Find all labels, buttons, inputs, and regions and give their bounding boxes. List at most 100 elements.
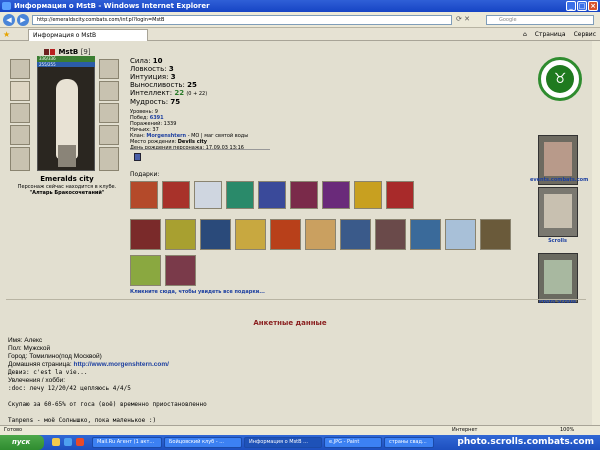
profile-section-title: Анкетные данные [253,319,327,327]
tab-active[interactable]: Информация о MstB [28,29,148,41]
clan-icon [50,49,55,55]
page-content: MstB [9] 336/336 255/255 Emeralds city П… [0,41,600,425]
gift-image[interactable] [258,181,286,209]
gift-image[interactable] [194,181,222,209]
address-toolbar: ◀ ▶ http://emeraldscity.combats.com/inf.… [0,12,600,28]
gift-image[interactable] [165,255,196,286]
forward-icon[interactable]: ▶ [17,14,29,26]
window-title: Информация о MstB - Windows Internet Exp… [14,2,210,10]
status-text: Готово [4,427,23,433]
slot-helmet[interactable] [10,59,30,79]
profile-homepage: Домашняя страница: http://www.morgenshte… [8,361,169,368]
profile-motto: Девиз: c'est la vie... [8,369,88,376]
search-input[interactable]: Google [486,15,594,25]
home-icon[interactable]: ⌂ [523,29,527,40]
status-bar: Готово Интернет 100% [0,425,600,435]
quicklaunch-ie-icon[interactable] [64,438,72,446]
gift-image[interactable] [340,219,371,250]
tools-menu[interactable]: Сервис [574,29,596,40]
align-icon [44,49,49,55]
character-name: MstB [58,48,79,56]
photo-scrolls-banner-icon[interactable] [538,253,578,303]
profile-sex: Пол: Мужской [8,345,51,352]
slot-earrings[interactable] [99,59,119,79]
gift-image[interactable] [305,219,336,250]
profile-city: Город: Томилино(под Москвой) [8,353,102,360]
profile-hobby-line-3: Tanpens - моё Солнышко, пока маленькое :… [8,417,157,424]
zoom-level[interactable]: 100% [560,426,574,435]
slot-weapon[interactable] [10,103,30,123]
profile-hobby-label: Увлечения / хобби: [8,377,66,384]
slot-belt[interactable] [10,147,30,171]
gift-image[interactable] [130,255,161,286]
homepage-link[interactable]: http://www.morgenshtern.com/ [73,361,168,368]
close-button[interactable]: × [588,1,598,11]
scrolls-link[interactable]: Scrolls [530,238,585,244]
gift-image[interactable] [235,219,266,250]
mana-bar: 255/255 [37,62,95,67]
taskbar-btn-mailru[interactable]: Mail.Ru Агент (1 акт... [92,437,162,448]
stat-strength: Сила: 10 [130,57,163,65]
taskbar-btn-other[interactable]: страны свад... [384,437,434,448]
gift-image[interactable] [165,219,196,250]
character-header: MstB [9] [44,48,91,56]
badge-icon[interactable] [134,153,141,161]
window-titlebar: Информация о MstB - Windows Internet Exp… [0,0,600,12]
stat-intuition: Интуиция: 3 [130,73,176,81]
stat-wisdom: Мудрость: 75 [130,98,181,106]
taskbar-btn-combats[interactable]: Бойцовский клуб - ... [164,437,242,448]
gift-image[interactable] [130,219,161,250]
gift-image[interactable] [226,181,254,209]
gift-image[interactable] [480,219,511,250]
section-divider [6,299,586,300]
taskbar-btn-paint[interactable]: e.JPG - Paint [324,437,382,448]
profile-block: Имя: Алекс Пол: Мужской Город: Томилино(… [8,337,207,425]
slot-armor[interactable] [10,125,30,145]
info-divider [130,149,270,150]
stat-intellect: Интеллект: 22 (0 + 22) [130,89,208,97]
stat-agility: Ловкость: 3 [130,65,174,73]
slot-boots[interactable] [99,147,119,171]
tab-bar: ★ Информация о MstB ⌂ Страница Сервис [0,28,600,41]
gift-image[interactable] [200,219,231,250]
stats-block: Сила: 10 Ловкость: 3 Интуиция: 3 Выносли… [130,57,207,106]
profile-hobby-line-1: :doc: лечу 12/20/42 цепляюсь 4/4/5 [8,385,131,392]
slot-shield[interactable] [99,103,119,123]
start-button[interactable]: пуск [0,435,44,450]
gift-image[interactable] [290,181,318,209]
slot-ring[interactable] [99,125,119,145]
maximize-button[interactable]: □ [577,1,587,11]
scrolls-banner-icon[interactable] [538,187,578,237]
location-name: "Алтарь Бракосочетаний" [29,190,105,196]
quicklaunch-icon[interactable] [52,438,60,446]
gift-image[interactable] [322,181,350,209]
character-legs [58,145,76,167]
refresh-icon[interactable]: ⟳ ✕ [456,15,470,23]
character-level: [9] [80,48,91,56]
slot-gloves[interactable] [99,81,119,101]
favorites-star-icon[interactable]: ★ [3,30,10,39]
gift-image[interactable] [354,181,382,209]
ie-icon [2,2,11,10]
slot-amulet[interactable] [10,81,30,101]
taskbar: пуск Mail.Ru Агент (1 акт... Бойцовский … [0,435,600,450]
address-input[interactable]: http://emeraldscity.combats.com/inf.pl?l… [32,15,452,25]
taskbar-btn-info[interactable]: Информация о MstB ... [244,437,322,448]
gift-image[interactable] [386,181,414,209]
more-gifts-link[interactable]: Кликните сюда, чтобы увидеть все подарки… [130,289,265,295]
gift-image[interactable] [130,181,158,209]
bull-emblem-icon[interactable]: ♉ [538,57,582,101]
events-link[interactable]: events.combats.com [530,177,588,183]
gift-image[interactable] [162,181,190,209]
profile-hobby-line-2: Скупаю за 60-65% от госа (воё) временно … [8,401,207,408]
gift-image[interactable] [410,219,441,250]
gift-image[interactable] [445,219,476,250]
back-icon[interactable]: ◀ [3,14,15,26]
gifts-label: Подарки: [130,171,160,178]
page-menu[interactable]: Страница [535,29,566,40]
minimize-button[interactable]: _ [566,1,576,11]
quicklaunch-opera-icon[interactable] [76,438,84,446]
gift-image[interactable] [375,219,406,250]
gift-image[interactable] [270,219,301,250]
profile-name: Имя: Алекс [8,337,43,344]
